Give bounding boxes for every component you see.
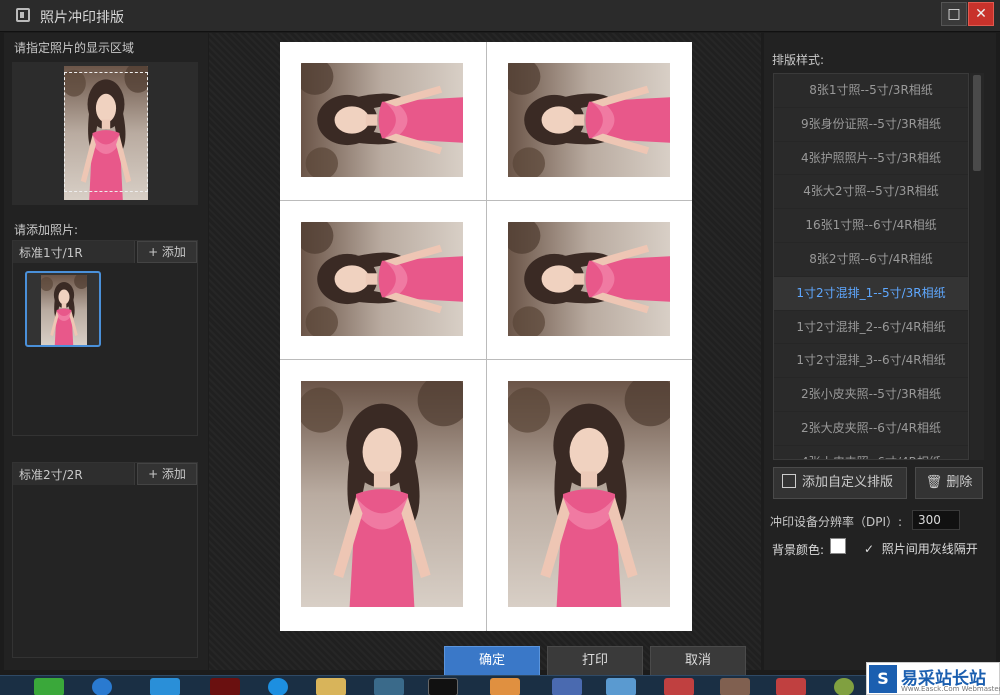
app2-taskbar-icon[interactable] [490, 678, 520, 695]
cancel-button[interactable]: 取消 [650, 646, 746, 676]
iqiyi-taskbar-icon[interactable] [34, 678, 64, 695]
app6-taskbar-icon[interactable] [720, 678, 750, 695]
logo-icon: S [869, 665, 897, 693]
layout-item[interactable]: 2张大皮夹照--6寸/4R相纸 [774, 412, 968, 446]
sheet-cell [280, 360, 487, 631]
layout-item[interactable]: 4张护照照片--5寸/3R相纸 [774, 142, 968, 176]
bg-color-label: 背景颜色: [772, 543, 825, 557]
add-custom-layout-label: 添加自定义排版 [802, 475, 894, 490]
cloud-taskbar-icon[interactable] [150, 678, 180, 695]
layout-style-list: 8张1寸照--5寸/3R相纸 9张身份证照--5寸/3R相纸 4张护照照片--5… [773, 73, 969, 460]
sheet-cell [280, 42, 487, 201]
tab-1r[interactable]: 标准1寸/1R [13, 241, 135, 263]
app8-taskbar-icon[interactable] [834, 678, 854, 695]
layout-item[interactable]: 1寸2寸混排_3--6寸/4R相纸 [774, 344, 968, 379]
layout-item[interactable]: 9张身份证照--5寸/3R相纸 [774, 108, 968, 142]
photo-group-2r: 标准2寸/2R + 添加 [12, 462, 198, 658]
layout-item[interactable]: 4张大2寸照--5寸/3R相纸 [774, 175, 968, 210]
sheet-photo-rotated [301, 63, 463, 177]
sheet-cell [487, 42, 692, 201]
sheet-cell [487, 201, 692, 360]
sheet-photo-rotated [301, 222, 463, 336]
layout-item[interactable]: 4张小皮夹照--6寸/4R相纸 [774, 446, 968, 459]
delete-label: 删除 [946, 475, 973, 490]
gray-line-checkbox[interactable]: ✓ 照片间用灰线隔开 [864, 540, 978, 557]
display-area-label: 请指定照片的显示区域 [14, 41, 135, 55]
terminal-taskbar-icon[interactable] [428, 678, 458, 695]
taskbar [0, 675, 1000, 695]
bg-color-swatch[interactable] [830, 538, 846, 554]
dpi-input[interactable]: 300 [912, 510, 960, 530]
app-icon [16, 8, 30, 22]
app3-taskbar-icon[interactable] [552, 678, 582, 695]
print-sheet [280, 42, 692, 631]
sheet-photo-rotated [508, 63, 670, 177]
check-icon: ✓ [864, 542, 875, 556]
add-photo-button-2r[interactable]: + 添加 [137, 463, 197, 485]
layout-canvas: 确定 打印 取消 [209, 33, 761, 676]
sheet-photo [301, 381, 463, 607]
watermark-logo: S 易采站长站 Www.Easck.Com Webmaster [866, 662, 1000, 695]
photo-thumbnail[interactable] [25, 271, 101, 347]
add-photo-button-1r[interactable]: + 添加 [137, 241, 197, 263]
gray-line-label: 照片间用灰线隔开 [881, 542, 978, 556]
flash-taskbar-icon[interactable] [210, 678, 240, 695]
window-title: 照片冲印排版 [40, 10, 124, 26]
add-custom-layout-button[interactable]: 添加自定义排版 [773, 467, 907, 499]
add-layout-icon [782, 474, 796, 488]
ok-button[interactable]: 确定 [444, 646, 540, 676]
app-taskbar-icon[interactable] [374, 678, 404, 695]
photo-group-1r: 标准1寸/1R + 添加 [12, 240, 198, 436]
layout-item[interactable]: 8张1寸照--5寸/3R相纸 [774, 74, 968, 108]
thumbnail-image [41, 275, 87, 345]
folder-taskbar-icon[interactable] [316, 678, 346, 695]
delete-layout-button[interactable]: 🗑 删除 [915, 467, 983, 499]
layout-item[interactable]: 16张1寸照--6寸/4R相纸 [774, 209, 968, 243]
app7-taskbar-icon[interactable] [776, 678, 806, 695]
layout-style-label: 排版样式: [772, 53, 825, 67]
layout-item[interactable]: 1寸2寸混排_2--6寸/4R相纸 [774, 311, 968, 345]
app4-taskbar-icon[interactable] [606, 678, 636, 695]
sheet-photo [508, 381, 670, 607]
layout-item[interactable]: 2张小皮夹照--5寸/3R相纸 [774, 378, 968, 412]
crop-selection-handle[interactable] [64, 72, 148, 192]
dpi-label: 冲印设备分辨率（DPI）: [770, 515, 903, 529]
ie-taskbar-icon[interactable] [92, 678, 112, 695]
right-panel: 排版样式: 8张1寸照--5寸/3R相纸 9张身份证照--5寸/3R相纸 4张护… [764, 33, 996, 670]
layout-item-selected[interactable]: 1寸2寸混排_1--5寸/3R相纸 [774, 276, 968, 311]
restore-button[interactable]: □ [941, 2, 967, 26]
sheet-cell [487, 360, 692, 631]
close-button[interactable]: ✕ [968, 2, 994, 26]
print-button[interactable]: 打印 [547, 646, 643, 676]
watermark-url: Www.Easck.Com Webmaster [901, 685, 1000, 693]
sheet-photo-rotated [508, 222, 670, 336]
sheet-cell [280, 201, 487, 360]
browser-taskbar-icon[interactable] [268, 678, 288, 695]
layout-list-scrollbar[interactable] [970, 73, 984, 460]
add-photos-label: 请添加照片: [14, 223, 79, 237]
title-bar: 照片冲印排版 □ ✕ [0, 0, 1000, 32]
scrollbar-thumb[interactable] [973, 75, 981, 171]
tab-2r[interactable]: 标准2寸/2R [13, 463, 135, 485]
trash-icon: 🗑 [925, 475, 943, 490]
app5-taskbar-icon[interactable] [664, 678, 694, 695]
layout-item[interactable]: 8张2寸照--6寸/4R相纸 [774, 243, 968, 277]
